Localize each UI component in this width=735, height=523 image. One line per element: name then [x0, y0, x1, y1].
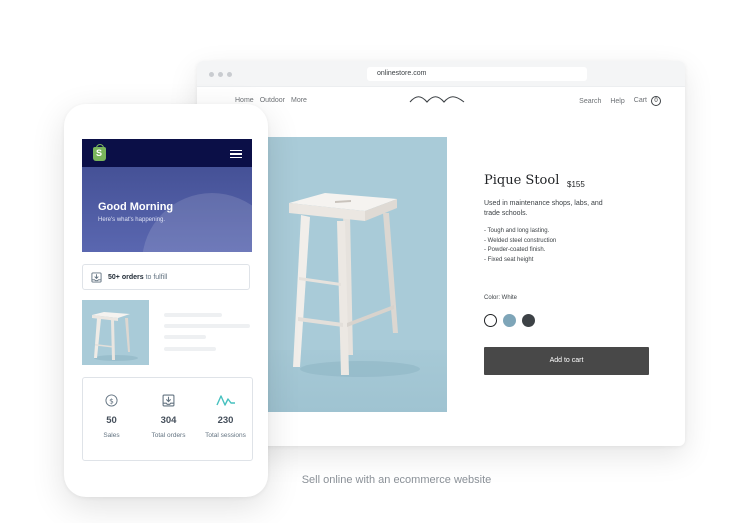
product-thumbnail[interactable] — [82, 300, 149, 365]
stats-card: $ 50 Sales 304 Total orders 230 Total se… — [82, 377, 253, 461]
feature-item: - Fixed seat height — [484, 256, 534, 263]
skeleton-line — [164, 324, 250, 328]
stat-value: 304 — [160, 415, 177, 426]
skeleton-line — [164, 347, 216, 351]
stat-value: 50 — [106, 415, 117, 426]
greeting-title: Good Morning — [98, 201, 174, 213]
color-label: Color: White — [484, 295, 518, 301]
stat-total-orders[interactable]: 304 Total orders — [140, 394, 197, 439]
nav-link-search[interactable]: Search — [579, 98, 601, 105]
window-close-dot[interactable] — [209, 72, 214, 77]
add-to-cart-button[interactable]: Add to cart — [484, 347, 649, 375]
product-title: Pique Stool — [484, 173, 560, 188]
browser-window: onlinestore.com Home Outdoor More Search… — [197, 61, 685, 446]
nav-link-cart[interactable]: Cart 0 — [634, 96, 661, 106]
cart-label: Cart — [633, 97, 647, 104]
product-image[interactable] — [265, 137, 447, 412]
feature-item: - Powder-coated finish. — [484, 247, 546, 253]
shopify-bag-letter: S — [96, 148, 103, 158]
feature-item: - Tough and long lasting. — [484, 228, 550, 234]
cart-count-badge: 0 — [651, 96, 661, 106]
inbox-download-icon — [162, 394, 175, 407]
nav-link-more[interactable]: More — [291, 97, 307, 104]
feature-list: - Tough and long lasting. - Welded steel… — [484, 227, 556, 265]
orders-suffix: to fulfill — [145, 273, 168, 281]
swatch-blue[interactable] — [503, 314, 516, 327]
nav-link-home[interactable]: Home — [235, 97, 254, 104]
stat-value: 230 — [217, 415, 234, 426]
skeleton-line — [164, 335, 206, 339]
orders-count: 50+ orders — [108, 273, 144, 281]
activity-wave-icon — [215, 395, 235, 406]
svg-text:$: $ — [109, 396, 114, 405]
stat-label: Sales — [103, 432, 120, 439]
browser-toolbar: onlinestore.com — [197, 61, 685, 87]
stool-illustration — [289, 193, 420, 377]
nav-link-help[interactable]: Help — [610, 98, 624, 105]
orders-to-fulfill-card[interactable]: 50+ orders to fulfill — [82, 264, 250, 290]
stat-sales[interactable]: $ 50 Sales — [83, 394, 140, 439]
phone-mockup: S Good Morning Here's what's happening. … — [64, 104, 268, 497]
store-logo-icon[interactable] — [409, 94, 465, 104]
app-topbar: S — [82, 139, 252, 167]
color-swatches — [484, 314, 535, 327]
caption: Sell online with an ecommerce website — [301, 474, 492, 486]
stat-total-sessions[interactable]: 230 Total sessions — [197, 394, 254, 439]
stool-thumbnail-illustration — [92, 312, 138, 361]
dashboard-header: S Good Morning Here's what's happening. — [82, 139, 252, 252]
orders-text: 50+ orders to fulfill — [108, 274, 167, 281]
swatch-dark[interactable] — [522, 314, 535, 327]
dollar-icon: $ — [105, 394, 118, 407]
menu-icon[interactable] — [230, 150, 242, 158]
inbox-download-icon — [91, 271, 102, 283]
window-maximize-dot[interactable] — [227, 72, 232, 77]
shopify-bag-icon[interactable]: S — [93, 144, 106, 161]
skeleton-line — [164, 313, 222, 317]
address-bar[interactable]: onlinestore.com — [367, 67, 587, 81]
feature-item: - Welded steel construction — [484, 237, 557, 244]
product-price: $155 — [567, 180, 585, 189]
window-minimize-dot[interactable] — [218, 72, 223, 77]
nav-link-outdoor[interactable]: Outdoor — [260, 97, 285, 104]
window-controls — [209, 72, 232, 77]
stat-label: Total orders — [151, 432, 186, 439]
nav-right: Search Help Cart 0 — [579, 96, 661, 106]
nav-left: Home Outdoor More — [235, 97, 307, 104]
greeting-subtitle: Here's what's happening. — [98, 217, 165, 223]
stat-label: Total sessions — [205, 432, 246, 439]
swatch-white[interactable] — [484, 314, 497, 327]
product-description: Used in maintenance shops, labs, and tra… — [484, 200, 603, 217]
